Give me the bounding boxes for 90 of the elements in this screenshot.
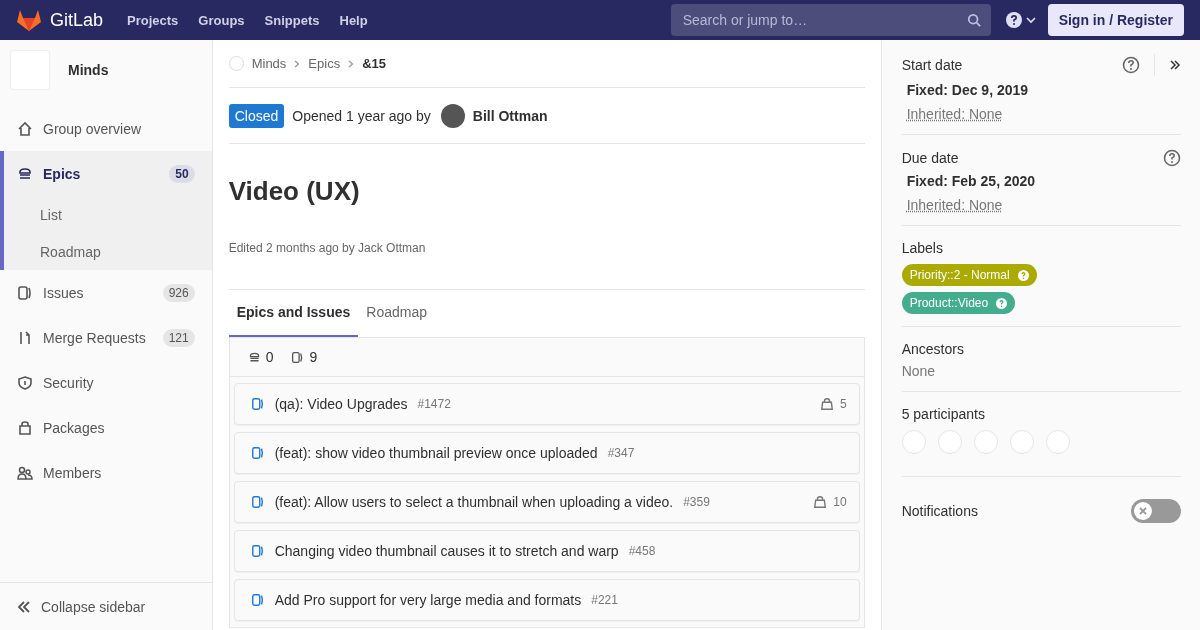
search-input[interactable]: Search or jump to…	[680, 11, 967, 29]
count-badge: 926	[162, 283, 195, 302]
tab[interactable]: Roadmap	[358, 290, 435, 337]
opened-text: Opened 1 year ago by	[292, 107, 431, 124]
collapse-sidebar-button[interactable]: Collapse sidebar	[0, 582, 212, 630]
sidebar-item[interactable]: Group overview	[0, 106, 212, 151]
epic-icon	[247, 350, 261, 364]
sidebar-item-icon	[17, 329, 33, 346]
issue-icon	[291, 350, 305, 364]
edited-text: Edited 2 months ago by Jack Ottman	[228, 241, 865, 290]
sidebar-subitem[interactable]: Roadmap	[4, 233, 212, 270]
date-label: Due date	[901, 150, 959, 166]
fixed-date: Fixed: Dec 9, 2019	[906, 82, 1030, 98]
sidebar-item-icon	[17, 419, 33, 436]
sidebar-item-icon	[17, 120, 33, 137]
epic-title: Video (UX)	[228, 176, 361, 207]
date-label: Start date	[901, 57, 963, 73]
status-badge: Closed	[228, 103, 285, 128]
nav-link[interactable]: Projects	[127, 12, 179, 28]
issue-icon	[250, 544, 265, 558]
issue-title[interactable]: (feat): Allow users to select a thumbnail when uploading a video.	[274, 494, 674, 510]
labels-heading: Labels	[901, 240, 944, 256]
sidebar-item-icon	[17, 165, 33, 182]
help-icon[interactable]	[1163, 149, 1181, 167]
expand-sidebar-icon[interactable]	[1169, 59, 1181, 71]
issue-title[interactable]: (qa): Video Upgrades	[274, 396, 408, 412]
issue-title[interactable]: Add Pro support for very large media and formats	[274, 592, 582, 608]
issue-reference: #458	[628, 544, 656, 558]
issue-icon	[250, 446, 265, 460]
issue-row[interactable]: (feat): show video thumbnail preview once uploaded #347	[233, 432, 860, 474]
author-link[interactable]: Bill Ottman	[472, 107, 548, 124]
nav-link[interactable]: Snippets	[264, 12, 320, 28]
weight-icon	[819, 397, 834, 411]
notifications-label: Notifications	[901, 503, 978, 519]
fixed-date: Fixed: Feb 25, 2020	[906, 173, 1037, 189]
sidebar-item-icon	[17, 464, 33, 481]
count-badge: 121	[162, 328, 195, 347]
sidebar-item[interactable]: Issues 926	[0, 270, 212, 315]
sidebar-item-icon	[17, 284, 33, 301]
chevron-icon	[348, 59, 355, 68]
logo-text[interactable]: GitLab	[50, 9, 104, 31]
search-field[interactable]: Search or jump to…	[670, 4, 991, 36]
issue-reference: #221	[591, 593, 618, 607]
issue-icon	[250, 397, 265, 411]
issue-title[interactable]: (feat): show video thumbnail preview once uploaded	[274, 445, 598, 461]
sidebar-subitem[interactable]: List	[4, 196, 212, 233]
breadcrumb-link[interactable]: &15	[362, 56, 386, 71]
sign-in-button[interactable]: Sign in / Register	[1047, 4, 1184, 36]
issue-count: 9	[309, 349, 318, 365]
issue-weight: 5	[839, 397, 847, 411]
group-name[interactable]: Minds	[68, 62, 109, 78]
issue-icon	[250, 495, 265, 509]
chevron-icon	[294, 59, 301, 68]
breadcrumb-link[interactable]: Minds	[251, 56, 287, 71]
issue-reference: #359	[683, 495, 710, 509]
search-icon[interactable]	[966, 13, 981, 27]
count-badge: 50	[169, 164, 195, 183]
sidebar-item[interactable]: Merge Requests 121	[0, 315, 212, 360]
ancestors-value: None	[901, 363, 937, 379]
fox-logo-icon[interactable]	[16, 8, 42, 32]
issue-reference: #347	[607, 446, 635, 460]
issue-icon	[250, 593, 265, 607]
issue-row[interactable]: Add Pro support for very large media and formats #221	[233, 579, 860, 621]
sidebar-item[interactable]: Members	[0, 450, 212, 495]
issue-row[interactable]: (feat): Allow users to select a thumbnail when uploading a video. #359 10	[233, 481, 860, 523]
sidebar-item[interactable]: Packages	[0, 405, 212, 450]
nav-link[interactable]: Groups	[198, 12, 245, 28]
issue-title[interactable]: Changing video thumbnail causes it to stretch and warp	[274, 543, 619, 559]
close-icon	[1139, 507, 1147, 515]
issue-weight: 10	[833, 495, 847, 509]
issue-row[interactable]: Changing video thumbnail causes it to stretch and warp #458	[233, 530, 860, 572]
sidebar-item[interactable]: Security	[0, 360, 212, 405]
ancestors-heading: Ancestors	[901, 341, 965, 357]
issue-row[interactable]: (qa): Video Upgrades #1472 5	[233, 383, 860, 425]
weight-icon	[813, 495, 828, 509]
help-icon[interactable]	[1004, 11, 1023, 29]
avatar[interactable]	[440, 103, 465, 128]
sidebar-item-icon	[17, 374, 33, 391]
inherited-date: Inherited: None	[906, 197, 1004, 213]
help-icon[interactable]	[1122, 56, 1140, 74]
nav-link[interactable]: Help	[339, 12, 368, 28]
caret-icon[interactable]	[1025, 15, 1036, 25]
epic-count: 0	[265, 349, 274, 365]
notifications-toggle[interactable]	[1131, 499, 1181, 523]
participants-heading: 5 participants	[901, 406, 986, 422]
breadcrumb-link[interactable]: Epics	[308, 56, 341, 71]
issue-reference: #1472	[417, 397, 451, 411]
double-chevron-icon	[17, 599, 31, 614]
inherited-date: Inherited: None	[906, 106, 1004, 122]
sidebar-item[interactable]: Epics 50	[4, 151, 212, 196]
